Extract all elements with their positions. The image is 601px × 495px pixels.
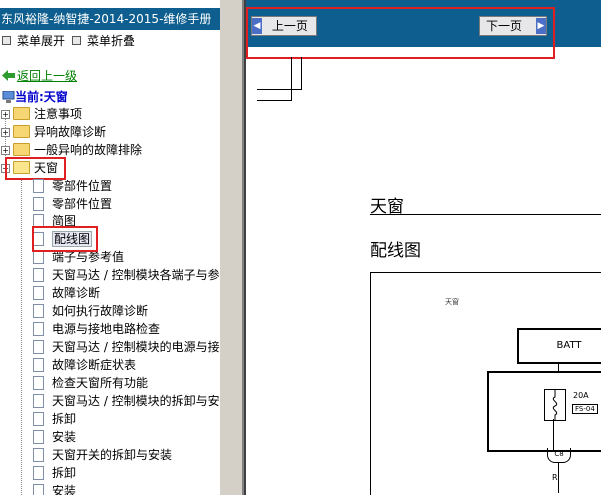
document-icon [33,393,44,408]
tree-item[interactable]: 零部件位置 [33,195,112,213]
computer-icon [2,90,15,103]
tree-folder-noise-diagnosis[interactable]: + 异响故障诊断 [1,123,106,141]
diagram-caption: 天窗 [445,298,459,306]
tree-item[interactable]: 故障诊断 [33,284,100,302]
wire-line [553,419,554,450]
tree-item[interactable]: 天窗马达 / 控制模块的拆卸与安 [33,392,220,410]
callout-line [291,57,292,101]
expand-menu-button[interactable]: 菜单展开 [2,33,65,49]
callout-line [257,100,292,101]
tree-item[interactable]: 安装 [33,428,76,446]
document-icon [33,429,44,444]
document-icon [33,339,44,354]
tree-item[interactable]: 电源与接地电路检查 [33,320,160,338]
current-location: 当前:天窗 [2,88,68,104]
callout-line [301,57,302,90]
tree-line [21,180,22,495]
sub-title: 配线图 [370,241,421,261]
document-icon [33,303,44,318]
batt-box: BATT [517,328,601,364]
back-link[interactable]: 返回上一级 [2,67,77,83]
content-pane: ◀ 上一页 下一页 ▶ 天窗 配线图 天窗 BATT 20A FS-04 C8 [246,0,601,495]
document-icon [33,357,44,372]
fuse-rating: 20A [573,391,589,400]
expand-icon [2,36,11,45]
tree-item[interactable]: 天窗马达 / 控制模块的电源与接 [33,338,220,356]
tree-item[interactable]: 零部件位置 [33,177,112,195]
folder-icon [13,107,30,120]
document-icon [33,285,44,300]
document-icon [33,483,44,495]
highlight-box [246,7,555,59]
document-icon [33,196,44,211]
title-rule [370,214,601,215]
collapse-icon [72,36,81,45]
manual-title: 东风裕隆-纳智捷-2014-2015-维修手册 [0,8,220,30]
document-icon [33,465,44,480]
expand-plus-icon[interactable]: + [1,110,10,119]
tree-item[interactable]: 拆卸 [33,464,76,482]
document-icon [33,321,44,336]
callout-line [257,89,302,90]
menu-pane: 东风裕隆-纳智捷-2014-2015-维修手册 菜单展开 菜单折叠 返回上一级 … [0,0,220,495]
tree-item[interactable]: 天窗马达 / 控制模块各端子与参 [33,266,220,284]
wiring-diagram: 天窗 BATT 20A FS-04 C8 R [370,272,601,495]
document-icon [33,267,44,282]
document-icon [33,178,44,193]
expand-plus-icon[interactable]: + [1,128,10,137]
connector-label: C8 [547,448,571,463]
tree-item[interactable]: 如何执行故障诊断 [33,302,148,320]
tree-item[interactable]: 拆卸 [33,410,76,428]
fuse-id: FS-04 [572,404,598,414]
folder-icon [13,143,30,156]
document-icon [33,447,44,462]
tree-item[interactable]: 安装 [33,482,76,495]
wire-line [558,463,559,493]
collapse-menu-button[interactable]: 菜单折叠 [72,33,135,49]
tree-item[interactable]: 故障诊断症状表 [33,356,136,374]
fuse-block: 20A FS-04 [487,371,601,452]
expand-plus-icon[interactable]: + [1,146,10,155]
wire-color-label: R [552,473,558,482]
highlight-box [32,226,98,252]
document-icon [33,411,44,426]
pane-splitter[interactable] [220,0,246,495]
tree-folder-notes[interactable]: + 注意事项 [1,105,82,123]
back-arrow-icon [2,70,15,81]
tree-item[interactable]: 天窗开关的拆卸与安装 [33,446,172,464]
fuse-icon [544,389,566,421]
tree-item[interactable]: 检查天窗所有功能 [33,374,148,392]
fuse-symbol [552,390,558,420]
folder-icon [13,125,30,138]
document-icon [33,375,44,390]
